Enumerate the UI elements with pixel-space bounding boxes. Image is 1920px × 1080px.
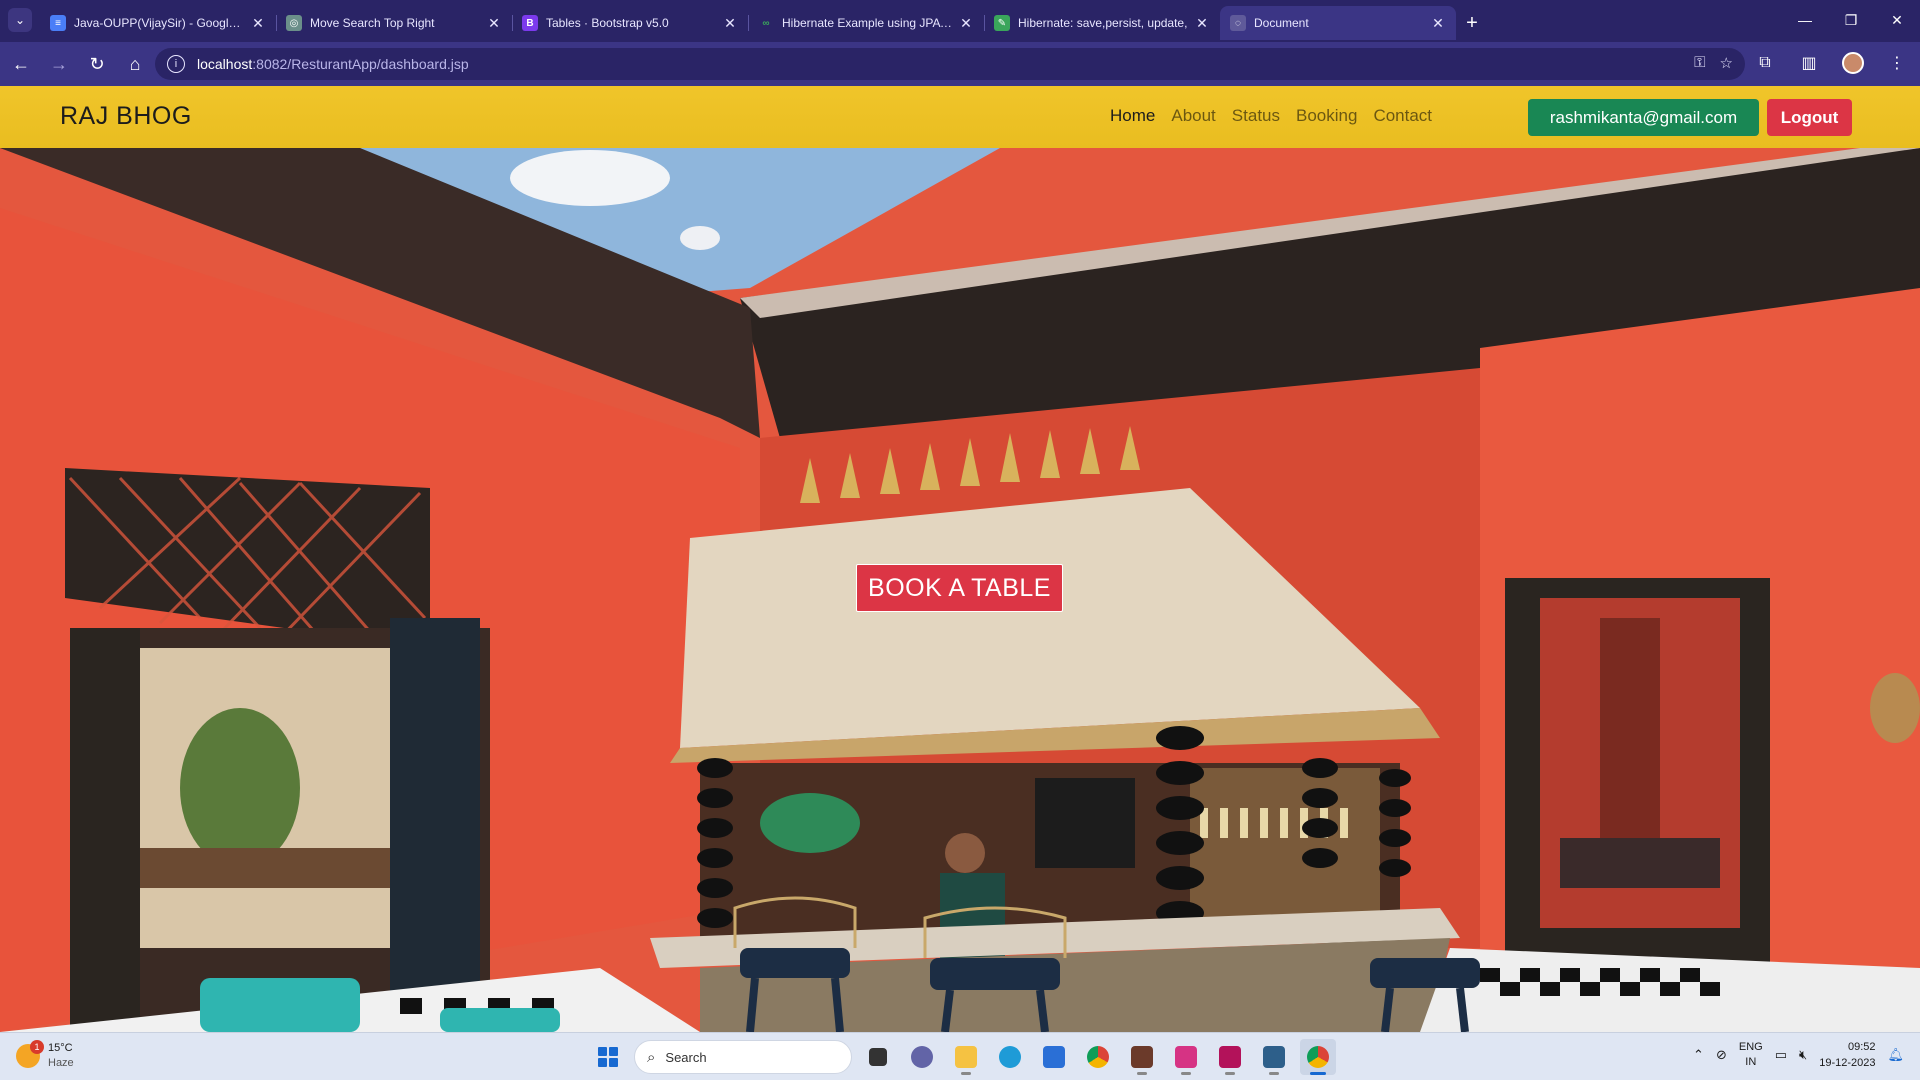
menu-kebab-icon[interactable]: ⋮: [1882, 48, 1912, 78]
mysql-workbench-icon[interactable]: [1256, 1039, 1292, 1075]
file-explorer-icon[interactable]: [948, 1039, 984, 1075]
edge-icon[interactable]: [992, 1039, 1028, 1075]
docs-icon: ≡: [50, 15, 66, 31]
tab-title: Hibernate Example using JPA ar: [782, 16, 952, 30]
extensions-puzzle-icon[interactable]: ⧉: [1750, 48, 1780, 78]
chrome-icon[interactable]: [1080, 1039, 1116, 1075]
window-controls: — ❐ ✕: [1782, 0, 1920, 40]
site-navbar: RAJ BHOG Home About Status Booking Conta…: [0, 86, 1920, 148]
app-icon[interactable]: [1124, 1039, 1160, 1075]
region-code: IN: [1745, 1056, 1757, 1068]
tab-title: Hibernate: save,persist, update,: [1018, 16, 1188, 30]
weather-description: Haze: [48, 1057, 74, 1069]
password-key-icon[interactable]: ⚿: [1694, 54, 1705, 72]
link-icon: ∞: [762, 17, 770, 29]
site-info-icon[interactable]: i: [167, 55, 185, 73]
browser-tab[interactable]: ✎ Hibernate: save,persist, update, ✕: [984, 6, 1220, 40]
tab-search-chevron-icon[interactable]: ⌄: [8, 8, 32, 32]
new-tab-plus-icon[interactable]: +: [1456, 6, 1488, 40]
globe-icon: ◌: [1230, 15, 1246, 31]
nav-links: Home About Status Booking Contact: [1110, 106, 1432, 126]
clock[interactable]: 09:52 19-12-2023: [1819, 1039, 1875, 1071]
clock-date: 19-12-2023: [1819, 1057, 1876, 1069]
omnibox-actions: ⚿ ☆: [1694, 54, 1733, 72]
reload-icon[interactable]: ↻: [80, 47, 114, 81]
language-code: ENG: [1738, 1041, 1763, 1053]
bootstrap-icon: B: [522, 15, 538, 31]
taskbar-apps: ⌕ Search: [590, 1039, 1336, 1075]
weather-sun-icon: 1: [16, 1040, 44, 1068]
back-arrow-icon[interactable]: ←: [4, 47, 38, 81]
browser-toolbar: ← → ↻ ⌂ i localhost:8082/ResturantApp/da…: [0, 42, 1920, 86]
close-window-icon[interactable]: ✕: [1874, 0, 1920, 40]
tab-title: Document: [1254, 16, 1309, 30]
system-tray: ⌃ ⊘ ENG IN ▭ 🔇︎ 09:52 19-12-2023 🔔︎: [1693, 1039, 1904, 1071]
chrome-active-icon[interactable]: [1300, 1039, 1336, 1075]
store-icon[interactable]: [1036, 1039, 1072, 1075]
nav-link-contact[interactable]: Contact: [1373, 106, 1432, 126]
notification-badge: 1: [30, 1040, 44, 1054]
windows-taskbar: 1 15°C Haze ⌕ Search ⌃ ⊘ ENG IN ▭ 🔇︎ 09:…: [0, 1032, 1920, 1080]
weather-temperature: 15°C: [48, 1042, 73, 1054]
side-panel-icon[interactable]: ▥: [1794, 48, 1824, 78]
close-tab-icon[interactable]: ✕: [958, 15, 974, 32]
browser-tab-strip: ⌄ ≡ Java-OUPP(VijaySir) - Google D ✕ ◎ M…: [0, 0, 1920, 42]
logout-button[interactable]: Logout: [1767, 99, 1852, 136]
tab-title: Java-OUPP(VijaySir) - Google D: [74, 16, 244, 30]
web-page: RAJ BHOG Home About Status Booking Conta…: [0, 86, 1920, 1032]
taskbar-search[interactable]: ⌕ Search: [634, 1040, 852, 1074]
forward-arrow-icon[interactable]: →: [42, 47, 76, 81]
tab-list: ≡ Java-OUPP(VijaySir) - Google D ✕ ◎ Mov…: [40, 6, 1488, 40]
notification-bell-icon[interactable]: 🔔︎: [1887, 1047, 1904, 1063]
restore-icon[interactable]: ❐: [1828, 0, 1874, 40]
teams-chat-icon[interactable]: [904, 1039, 940, 1075]
nav-link-booking[interactable]: Booking: [1296, 106, 1357, 126]
intellij-icon[interactable]: [1168, 1039, 1204, 1075]
weather-widget[interactable]: 1 15°C Haze: [16, 1040, 74, 1071]
home-icon[interactable]: ⌂: [118, 47, 152, 81]
close-tab-icon[interactable]: ✕: [1430, 15, 1446, 32]
close-tab-icon[interactable]: ✕: [1194, 15, 1210, 32]
display-icon[interactable]: ▭: [1775, 1047, 1787, 1063]
chevron-up-icon[interactable]: ⌃: [1693, 1047, 1704, 1063]
search-icon: ⌕: [647, 1048, 656, 1066]
start-windows-icon[interactable]: [590, 1039, 626, 1075]
book-a-table-button[interactable]: BOOK A TABLE: [856, 564, 1063, 612]
browser-tab-active[interactable]: ◌ Document ✕: [1220, 6, 1456, 40]
browser-tab[interactable]: ∞ Hibernate Example using JPA ar ✕: [748, 6, 984, 40]
avatar: [1842, 52, 1864, 74]
url-path: :8082/ResturantApp/dashboard.jsp: [252, 56, 469, 72]
close-tab-icon[interactable]: ✕: [250, 15, 266, 32]
tab-title: Move Search Top Right: [310, 16, 435, 30]
leaf-icon: ✎: [994, 15, 1010, 31]
bookmark-star-icon[interactable]: ☆: [1720, 54, 1733, 72]
hero-banner: BOOK A TABLE: [0, 148, 1920, 1032]
network-offline-icon[interactable]: ⊘: [1716, 1047, 1727, 1063]
nav-link-about[interactable]: About: [1171, 106, 1215, 126]
toolbar-actions: ⧉ ▥ ⋮: [1750, 48, 1912, 78]
search-placeholder: Search: [665, 1049, 707, 1065]
browser-tab[interactable]: ◎ Move Search Top Right ✕: [276, 6, 512, 40]
chatgpt-icon: ◎: [286, 15, 302, 31]
browser-tab[interactable]: ≡ Java-OUPP(VijaySir) - Google D ✕: [40, 6, 276, 40]
tab-title: Tables · Bootstrap v5.0: [546, 16, 669, 30]
close-tab-icon[interactable]: ✕: [722, 15, 738, 32]
close-tab-icon[interactable]: ✕: [486, 15, 502, 32]
browser-tab[interactable]: B Tables · Bootstrap v5.0 ✕: [512, 6, 748, 40]
intellij-ultimate-icon[interactable]: [1212, 1039, 1248, 1075]
clock-time: 09:52: [1847, 1041, 1876, 1053]
address-bar[interactable]: i localhost:8082/ResturantApp/dashboard.…: [155, 48, 1745, 80]
user-email-button[interactable]: rashmikanta@gmail.com: [1528, 99, 1759, 136]
speaker-muted-icon[interactable]: 🔇︎: [1799, 1047, 1807, 1063]
task-view-icon[interactable]: [860, 1039, 896, 1075]
site-brand[interactable]: RAJ BHOG: [60, 102, 192, 131]
language-indicator[interactable]: ENG IN: [1739, 1040, 1763, 1070]
minimize-icon[interactable]: —: [1782, 0, 1828, 40]
nav-link-status[interactable]: Status: [1232, 106, 1280, 126]
nav-link-home[interactable]: Home: [1110, 106, 1155, 126]
profile-avatar[interactable]: [1838, 48, 1868, 78]
url-host: localhost: [197, 56, 253, 72]
